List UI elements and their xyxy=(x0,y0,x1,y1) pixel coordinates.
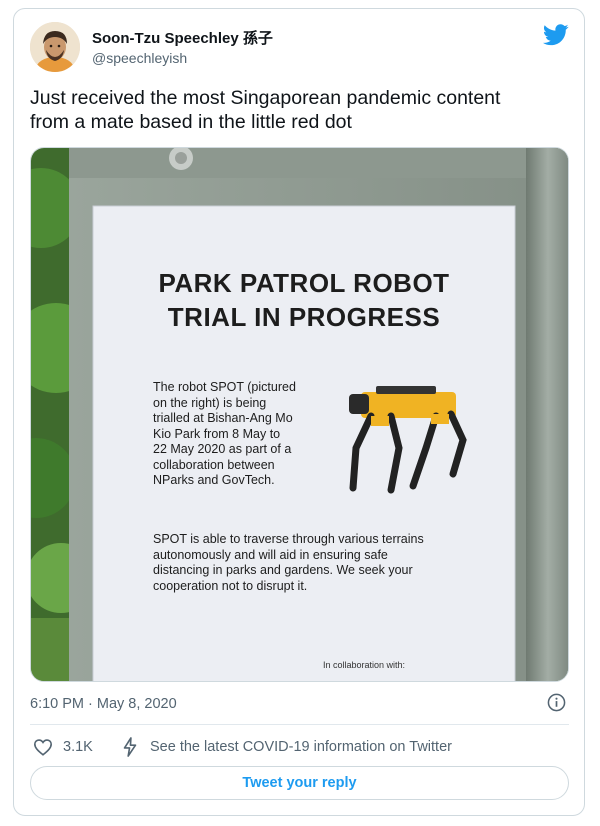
like-count: 3.1K xyxy=(63,739,93,755)
sign-line: cooperation not to disrupt it. xyxy=(153,578,308,593)
sign-line: trialled at Bishan-Ang Mo xyxy=(153,411,293,425)
author-name[interactable]: Soon-Tzu Speechley 孫子 xyxy=(92,27,273,48)
sign-paragraph-1: The robot SPOT (pictured on the right) i… xyxy=(153,380,353,489)
lightning-icon xyxy=(123,737,137,757)
covid-info-text: See the latest COVID-19 information on T… xyxy=(150,739,452,755)
sign-line: The robot SPOT (pictured xyxy=(153,380,296,394)
heart-icon xyxy=(33,739,53,756)
sign-line: collaboration between xyxy=(153,457,275,472)
tweet-text-line: Just received the most Singaporean pande… xyxy=(30,87,501,109)
sign-line: SPOT is able to traverse through various… xyxy=(153,532,424,546)
tweet-text-line: from a mate based in the little red dot xyxy=(30,111,352,133)
sign-footer: In collaboration with: xyxy=(323,660,406,670)
tweet-text: Just received the most Singaporean pande… xyxy=(30,86,570,134)
avatar-image xyxy=(30,22,80,72)
avatar[interactable] xyxy=(30,22,80,72)
tweet-reply-button[interactable]: Tweet your reply xyxy=(30,766,569,800)
tweet-timestamp[interactable]: 6:10 PM · May 8, 2020 xyxy=(30,696,177,712)
sign-line: NParks and GovTech. xyxy=(153,473,275,487)
sign-title-line: PARK PATROL ROBOT xyxy=(158,268,450,298)
sign-title-line: TRIAL IN PROGRESS xyxy=(167,302,441,332)
sign-line: Kio Park from 8 May to xyxy=(153,426,281,441)
sign-paragraph-2: SPOT is able to traverse through various… xyxy=(153,532,493,594)
sign-line: 22 May 2020 as part of a xyxy=(153,442,292,456)
tweet-photo[interactable]: PARK PATROL ROBOT TRIAL IN PROGRESS The … xyxy=(30,147,569,682)
info-icon[interactable] xyxy=(547,693,566,712)
author-handle[interactable]: @speechleyish xyxy=(92,50,187,66)
sign-title: PARK PATROL ROBOT TRIAL IN PROGRESS xyxy=(93,266,515,334)
divider xyxy=(30,724,569,725)
covid-info-link[interactable]: See the latest COVID-19 information on T… xyxy=(122,736,452,758)
like-button[interactable]: 3.1K xyxy=(33,736,93,758)
sign-line: autonomously and will aid in ensuring sa… xyxy=(153,547,388,562)
twitter-bird-icon[interactable] xyxy=(543,24,569,46)
sign-line: on the right) is being xyxy=(153,395,267,410)
sign-line: distancing in parks and gardens. We seek… xyxy=(153,563,413,577)
